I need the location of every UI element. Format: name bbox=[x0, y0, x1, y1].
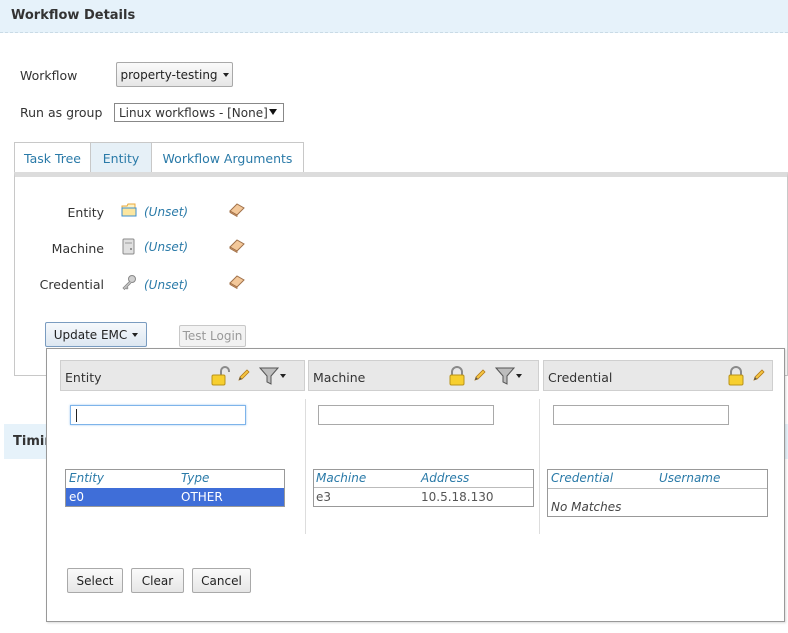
entity-unset-link[interactable]: (Unset) bbox=[144, 205, 188, 219]
select-button-label: Select bbox=[76, 573, 114, 588]
workflow-dropdown-button[interactable]: property-testing bbox=[116, 62, 233, 87]
machine-row-name: e3 bbox=[316, 490, 332, 504]
filter-icon[interactable] bbox=[494, 365, 524, 387]
folder-icon bbox=[121, 202, 137, 218]
cancel-button-label: Cancel bbox=[201, 573, 242, 588]
credential-search-input[interactable] bbox=[553, 405, 729, 425]
credential-col-header-username[interactable]: Username bbox=[659, 471, 720, 485]
machine-row-address: 10.5.18.130 bbox=[421, 490, 494, 504]
credential-field-label: Credential bbox=[39, 277, 104, 292]
emc-picker-panel: Entity Entity Type e0 OTHER Machine Mach… bbox=[46, 348, 785, 622]
entity-column-title: Entity bbox=[65, 370, 102, 385]
test-login-button[interactable]: Test Login bbox=[179, 325, 246, 347]
tab-entity-label: Entity bbox=[102, 150, 140, 166]
entity-results-table: Entity Type e0 OTHER bbox=[65, 469, 285, 507]
run-as-group-select[interactable]: Linux workflows - [None] bbox=[114, 103, 284, 122]
run-as-group-label: Run as group bbox=[20, 105, 103, 120]
table-row[interactable]: e0 OTHER bbox=[66, 488, 284, 506]
text-cursor bbox=[76, 409, 77, 422]
entity-col-header-type[interactable]: Type bbox=[181, 471, 209, 485]
entity-row-name: e0 bbox=[69, 490, 85, 504]
pencil-icon[interactable] bbox=[237, 368, 251, 382]
cancel-button[interactable]: Cancel bbox=[192, 568, 251, 593]
padlock-icon[interactable] bbox=[448, 366, 466, 386]
select-button[interactable]: Select bbox=[67, 568, 123, 593]
workflow-label: Workflow bbox=[20, 68, 78, 83]
update-emc-button[interactable]: Update EMC bbox=[45, 322, 147, 347]
pencil-icon[interactable] bbox=[752, 368, 766, 382]
column-separator bbox=[539, 399, 540, 534]
clear-button-label: Clear bbox=[141, 573, 174, 588]
no-matches-text: No Matches bbox=[551, 500, 622, 514]
update-emc-label: Update EMC bbox=[53, 327, 128, 342]
run-as-group-value: Linux workflows - [None] bbox=[119, 105, 268, 120]
column-separator bbox=[305, 399, 306, 534]
machine-column-header: Machine bbox=[308, 360, 539, 391]
tab-task-tree[interactable]: Task Tree bbox=[14, 142, 91, 173]
machine-col-header-machine[interactable]: Machine bbox=[316, 471, 366, 485]
unlocked-padlock-icon[interactable] bbox=[210, 366, 232, 386]
tab-entity[interactable]: Entity bbox=[90, 142, 152, 173]
server-icon bbox=[122, 238, 136, 255]
credential-col-header-credential[interactable]: Credential bbox=[551, 471, 613, 485]
entity-field-label: Entity bbox=[67, 205, 105, 220]
page-title: Workflow Details bbox=[11, 8, 136, 23]
credential-unset-link[interactable]: (Unset) bbox=[144, 278, 188, 292]
pencil-icon[interactable] bbox=[473, 368, 487, 382]
select-arrow-icon bbox=[269, 109, 277, 115]
test-login-label: Test Login bbox=[182, 329, 243, 343]
credential-column-header: Credential bbox=[543, 360, 773, 391]
entity-row-type: OTHER bbox=[181, 490, 223, 504]
credential-column-title: Credential bbox=[548, 370, 613, 385]
machine-column-title: Machine bbox=[313, 370, 366, 385]
grid-divider bbox=[548, 488, 767, 489]
machine-col-header-address[interactable]: Address bbox=[421, 471, 469, 485]
entity-col-header-entity[interactable]: Entity bbox=[69, 471, 104, 485]
eraser-icon[interactable] bbox=[228, 201, 246, 217]
tab-workflow-arguments[interactable]: Workflow Arguments bbox=[151, 142, 304, 173]
machine-search-input[interactable] bbox=[318, 405, 494, 425]
table-row[interactable]: e3 10.5.18.130 bbox=[314, 488, 533, 506]
caret-down-icon bbox=[132, 332, 139, 337]
workflow-dropdown-value: property-testing bbox=[120, 67, 218, 82]
key-icon bbox=[121, 274, 137, 290]
eraser-icon[interactable] bbox=[228, 273, 246, 289]
caret-down-icon bbox=[222, 72, 229, 77]
padlock-icon[interactable] bbox=[727, 366, 745, 386]
entity-search-input[interactable] bbox=[70, 405, 246, 425]
clear-button[interactable]: Clear bbox=[131, 568, 184, 593]
machine-field-label: Machine bbox=[51, 241, 104, 256]
machine-unset-link[interactable]: (Unset) bbox=[144, 240, 188, 254]
tab-workflow-arguments-label: Workflow Arguments bbox=[162, 150, 293, 166]
entity-column-header: Entity bbox=[60, 360, 305, 391]
tab-task-tree-label: Task Tree bbox=[24, 150, 81, 166]
eraser-icon[interactable] bbox=[228, 237, 246, 253]
workflow-details-header: Workflow Details bbox=[0, 0, 788, 33]
credential-results-table: Credential Username No Matches bbox=[547, 469, 768, 517]
filter-icon[interactable] bbox=[258, 365, 288, 387]
machine-results-table: Machine Address e3 10.5.18.130 bbox=[313, 469, 534, 507]
